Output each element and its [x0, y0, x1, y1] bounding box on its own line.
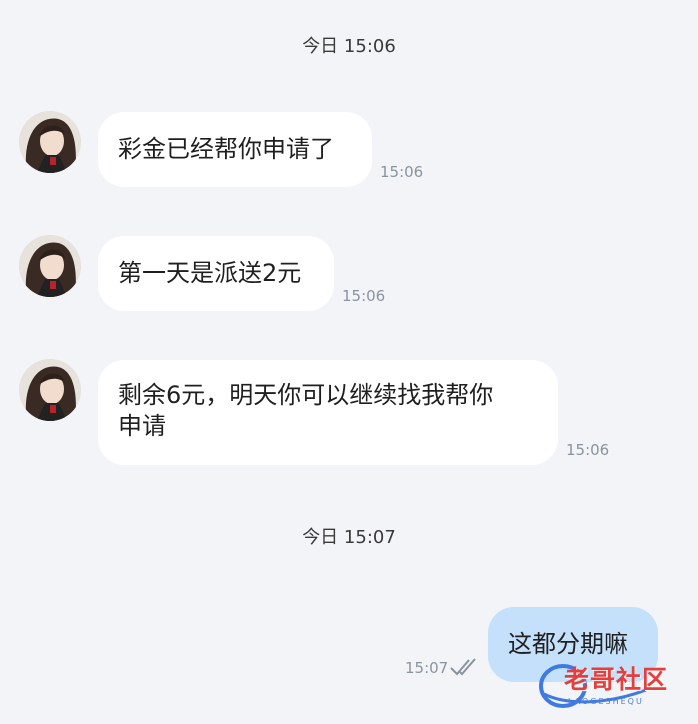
- message-text-line: 剩余6元，明天你可以继续找我帮你: [118, 381, 494, 409]
- message-text-line: 申请: [118, 412, 166, 440]
- double-check-icon: [450, 658, 476, 676]
- watermark-logo: 老哥社区 LAOGESHEQU: [538, 660, 688, 716]
- message-time: 15:06: [342, 287, 386, 305]
- message-time: 15:06: [566, 441, 610, 459]
- message-text: 彩金已经帮你申请了: [118, 135, 334, 163]
- message-bubble[interactable]: 第一天是派送2元: [98, 236, 334, 311]
- avatar-image: [19, 359, 81, 421]
- date-separator: 今日 15:07: [302, 527, 396, 548]
- avatar[interactable]: [19, 111, 81, 173]
- message-text: 这都分期嘛: [508, 630, 628, 658]
- message-bubble[interactable]: 彩金已经帮你申请了: [98, 112, 372, 187]
- message-text: 第一天是派送2元: [118, 259, 302, 287]
- avatar[interactable]: [19, 235, 81, 297]
- avatar-image: [19, 235, 81, 297]
- watermark-title: 老哥社区: [564, 665, 669, 694]
- avatar-image: [19, 111, 81, 173]
- chat-thread[interactable]: 今日 15:06 彩金已经帮你申请了 15:06 第一天是派送2元 15:06: [0, 0, 698, 724]
- watermark-subtitle: LAOGESHEQU: [568, 697, 644, 706]
- message-time: 15:07: [405, 659, 449, 677]
- message-time: 15:06: [380, 163, 424, 181]
- avatar[interactable]: [19, 359, 81, 421]
- date-separator: 今日 15:06: [302, 36, 396, 57]
- message-bubble[interactable]: 剩余6元，明天你可以继续找我帮你 申请: [98, 360, 558, 465]
